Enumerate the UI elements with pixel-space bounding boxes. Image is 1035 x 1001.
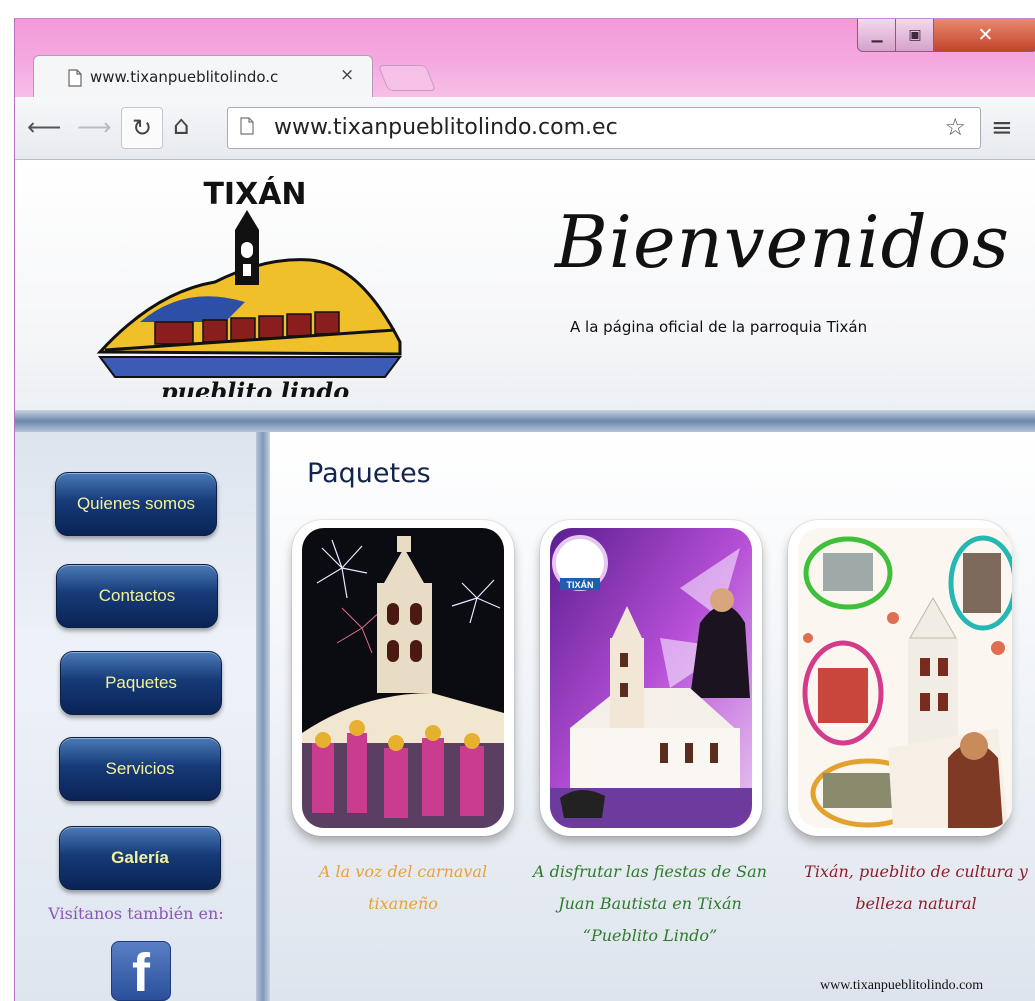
star-icon[interactable]: ☆ xyxy=(944,113,966,141)
main-content: Paquetes TIXÁN A la voz del carnaval tix… xyxy=(270,432,1035,1001)
sidebar: Quienes somos Contactos Paquetes Servici… xyxy=(15,432,256,1001)
page-subtitle: A la página oficial de la parroquia Tixá… xyxy=(570,318,868,336)
web-page: TIXÁN pueblito lindo Bienvenidos A la pá… xyxy=(15,160,1035,1001)
forward-arrow-icon[interactable]: ⟶ xyxy=(77,113,111,141)
nav-button-quienes-somos[interactable]: Quienes somos xyxy=(55,472,217,536)
reload-icon[interactable]: ↻ xyxy=(121,107,163,149)
address-bar[interactable]: www.tixanpueblitolindo.com.ec ☆ xyxy=(227,107,981,149)
nav-button-servicios[interactable]: Servicios xyxy=(59,737,221,801)
close-icon: ✕ xyxy=(977,24,994,46)
header-divider xyxy=(15,410,1035,432)
carnaval-image xyxy=(302,528,504,828)
url-text[interactable]: www.tixanpueblitolindo.com.ec xyxy=(274,115,618,140)
page-icon xyxy=(68,69,82,87)
footer-url: www.tixanpueblitolindo.com xyxy=(820,978,984,993)
site-header: TIXÁN pueblito lindo Bienvenidos A la pá… xyxy=(15,160,1035,410)
page-title: Bienvenidos xyxy=(555,200,1010,284)
minimize-icon: ▁ xyxy=(871,27,883,43)
nav-button-paquetes[interactable]: Paquetes xyxy=(60,651,222,715)
package-caption-carnaval[interactable]: A la voz del carnaval tixaneño xyxy=(285,856,521,920)
cultura-image xyxy=(798,528,1012,828)
tixan-badge: TIXÁN xyxy=(567,580,594,590)
section-title: Paquetes xyxy=(307,458,431,489)
home-icon[interactable]: ⌂ xyxy=(173,111,190,141)
tab-close-icon[interactable]: × xyxy=(340,65,354,85)
nav-button-galeria[interactable]: Galería xyxy=(59,826,221,890)
site-logo[interactable]: TIXÁN pueblito lindo xyxy=(95,172,415,397)
tab-title: www.tixanpueblitolindo.c xyxy=(90,68,279,86)
package-caption-san-juan[interactable]: A disfrutar las fiestas de San Juan Baut… xyxy=(532,856,768,952)
sidebar-separator xyxy=(256,432,270,1001)
page-icon xyxy=(240,117,254,135)
package-card-san-juan[interactable]: TIXÁN xyxy=(540,520,762,836)
package-card-cultura[interactable] xyxy=(788,520,1012,836)
nav-button-contactos[interactable]: Contactos xyxy=(56,564,218,628)
title-bar[interactable]: www.tixanpueblitolindo.c × ▁ ▣ ✕ xyxy=(15,19,1035,98)
package-card-carnaval[interactable] xyxy=(292,520,514,836)
logo-bottom-text: pueblito lindo xyxy=(161,377,349,397)
back-arrow-icon[interactable]: ⟵ xyxy=(27,113,61,141)
visit-us-label: Visítanos también en: xyxy=(48,904,224,923)
package-caption-cultura[interactable]: Tixán, pueblito de cultura y belleza nat… xyxy=(796,856,1035,920)
menu-icon[interactable]: ≡ xyxy=(991,113,1013,143)
close-window-button[interactable]: ✕ xyxy=(933,19,1035,52)
san-juan-image: TIXÁN xyxy=(550,528,752,828)
new-tab-button[interactable] xyxy=(377,65,437,91)
browser-toolbar: ⟵ ⟶ ↻ ⌂ www.tixanpueblitolindo.com.ec ☆ … xyxy=(15,97,1035,160)
minimize-button[interactable]: ▁ xyxy=(857,19,897,52)
maximize-button[interactable]: ▣ xyxy=(895,19,935,52)
maximize-icon: ▣ xyxy=(908,27,922,43)
browser-window: www.tixanpueblitolindo.c × ▁ ▣ ✕ ⟵ ⟶ ↻ ⌂… xyxy=(14,18,1035,1001)
logo-top-text: TIXÁN xyxy=(203,176,306,212)
facebook-icon[interactable]: f xyxy=(111,941,171,1001)
browser-tab[interactable]: www.tixanpueblitolindo.c × xyxy=(33,55,373,98)
